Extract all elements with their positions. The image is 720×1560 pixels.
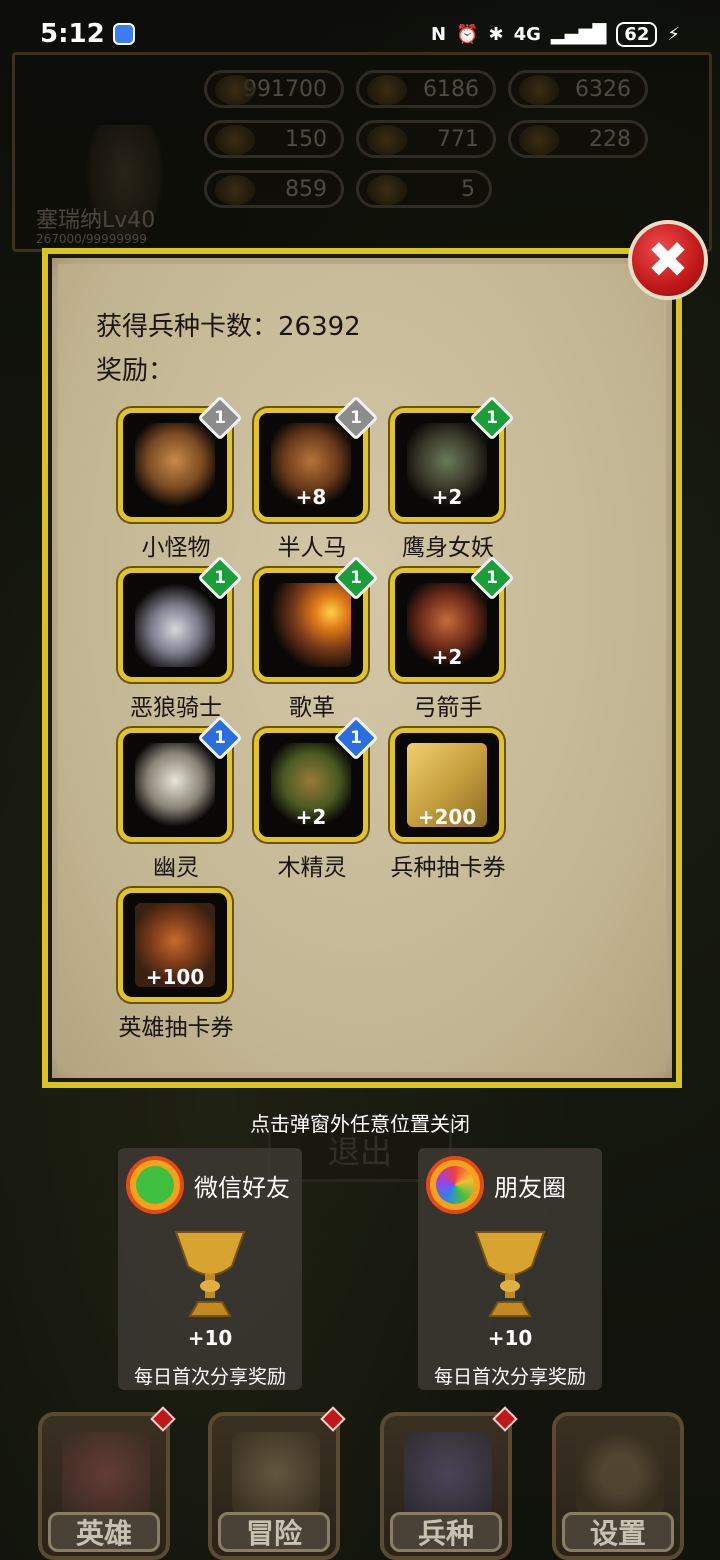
reward-item[interactable]: +2 1 木精灵	[244, 715, 380, 888]
level-badge-value: 1	[350, 728, 362, 748]
reward-amount: +2	[295, 805, 327, 829]
reward-item[interactable]: +200 兵种抽卡券	[380, 728, 516, 888]
reward-amount: +100	[145, 965, 205, 989]
nfc-icon: N	[431, 23, 447, 45]
share-moments-card[interactable]: 朋友圈 +10 每日首次分享奖励	[418, 1148, 602, 1390]
cards-count-value: 26392	[278, 312, 361, 342]
reward-name: 歌革	[289, 695, 335, 721]
reward-name: 鹰身女妖	[402, 535, 494, 561]
share-title: 朋友圈	[494, 1174, 566, 1202]
reward-label: 奖励：	[96, 356, 175, 386]
reward-item[interactable]: +8 1 半人马	[244, 395, 380, 568]
reward-item[interactable]: 1 恶狼骑士	[108, 555, 244, 728]
level-badge-value: 1	[350, 408, 362, 428]
reward-item[interactable]: 1 小怪物	[108, 395, 244, 568]
status-time: 5:12	[40, 19, 105, 49]
reward-name: 恶狼骑士	[130, 695, 222, 721]
network-label: 4G	[513, 23, 541, 45]
reward-name: 弓箭手	[413, 695, 483, 721]
wings-icon	[404, 1432, 492, 1516]
level-badge-value: 1	[486, 568, 498, 588]
trophy-icon	[474, 1231, 546, 1317]
share-title: 微信好友	[194, 1174, 290, 1202]
share-desc: 每日首次分享奖励	[433, 1366, 586, 1388]
reward-amount: +200	[417, 805, 477, 829]
flag-icon	[62, 1432, 150, 1516]
level-badge-value: 1	[214, 728, 226, 748]
reward-item[interactable]: 1 幽灵	[108, 715, 244, 888]
share-value: +10	[187, 1326, 233, 1350]
alarm-icon: ⏰	[456, 23, 479, 45]
reward-name: 小怪物	[141, 535, 211, 561]
share-wechat-card[interactable]: 微信好友 +10 每日首次分享奖励	[118, 1148, 302, 1390]
nav-label: 设置	[562, 1512, 674, 1552]
level-badge-value: 1	[486, 408, 498, 428]
status-right: N ⏰ ✱ 4G ▂▄▆█ 62 ⚡	[431, 21, 680, 47]
scroll-icon	[232, 1432, 320, 1516]
reward-item[interactable]: +100 英雄抽卡券	[108, 888, 244, 1048]
signal-icon: ▂▄▆█	[550, 23, 607, 45]
reward-name: 木精灵	[277, 855, 347, 881]
nav-label: 英雄	[48, 1512, 160, 1552]
level-badge-value: 1	[214, 408, 226, 428]
level-badge-value: 1	[350, 568, 362, 588]
reward-amount: +8	[295, 485, 327, 509]
share-desc: 每日首次分享奖励	[133, 1366, 286, 1388]
wolf-rider-icon	[135, 583, 215, 667]
reward-name: 半人马	[277, 535, 347, 561]
imp-icon	[135, 423, 215, 507]
reward-amount: +2	[431, 645, 463, 669]
reward-item[interactable]: +2 1 弓箭手	[380, 555, 516, 728]
nav-settings[interactable]: 设置	[552, 1412, 684, 1560]
wechat-icon	[126, 1156, 184, 1214]
reward-name: 幽灵	[153, 855, 199, 881]
share-value: +10	[487, 1326, 533, 1350]
nav-label: 兵种	[390, 1512, 502, 1552]
close-icon: ✖	[647, 231, 689, 289]
status-bar: 5:12 N ⏰ ✱ 4G ▂▄▆█ 62 ⚡	[0, 0, 720, 68]
level-badge-value: 1	[214, 568, 226, 588]
gog-icon	[271, 583, 351, 667]
nav-troops[interactable]: 兵种	[380, 1406, 518, 1560]
status-left: 5:12	[40, 19, 135, 49]
cards-count: 获得兵种卡数：26392	[96, 306, 361, 343]
moments-icon	[426, 1156, 484, 1214]
close-hint: 点击弹窗外任意位置关闭	[250, 1112, 470, 1136]
nav-adventure[interactable]: 冒险	[208, 1406, 346, 1560]
app-notification-icon	[112, 23, 135, 45]
charging-icon: ⚡	[667, 23, 680, 45]
gear-icon	[576, 1432, 664, 1516]
cards-count-label: 获得兵种卡数：	[96, 312, 279, 342]
reward-name: 英雄抽卡券	[118, 1015, 234, 1041]
reward-name: 兵种抽卡券	[390, 855, 506, 881]
reward-frame: +200	[390, 728, 504, 842]
reward-frame: +100	[118, 888, 232, 1002]
bottom-nav: 英雄 冒险 兵种 设置	[0, 1406, 720, 1560]
reward-amount: +2	[431, 485, 463, 509]
reward-item[interactable]: +2 1 鹰身女妖	[380, 395, 516, 568]
trophy-icon	[174, 1231, 246, 1317]
nav-hero[interactable]: 英雄	[38, 1406, 176, 1560]
close-button[interactable]: ✖	[628, 220, 708, 300]
nav-label: 冒险	[218, 1512, 330, 1552]
bluetooth-icon: ✱	[488, 23, 504, 45]
battery-indicator: 62	[616, 21, 658, 47]
ghost-icon	[135, 743, 215, 827]
reward-item[interactable]: 1 歌革	[244, 555, 380, 728]
